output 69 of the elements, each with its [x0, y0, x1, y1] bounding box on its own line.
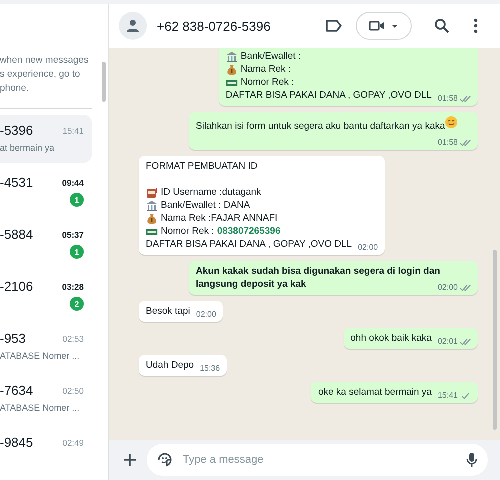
chat-list-item[interactable]: -5396 15:41 at bermain ya: [0, 115, 92, 163]
message-text: Nomor Rek :: [161, 225, 214, 238]
message-text: Udah Depo: [146, 360, 194, 371]
message-preview: ATABASE Nomer ...: [0, 351, 80, 361]
message-text: Bank/Ewallet : DANA: [161, 199, 250, 212]
unread-count: 2: [70, 297, 84, 311]
money-bag-icon: [146, 212, 158, 224]
message-text: DAFTAR BISA PAKAI DANA , GOPAY ,OVO DLL: [146, 239, 352, 250]
chat-list-item[interactable]: -4531 09:44 1: [0, 167, 92, 219]
chat-name: -953: [0, 331, 26, 346]
sticker-icon[interactable]: [157, 452, 173, 468]
message-preview: at bermain ya: [0, 143, 55, 153]
message-text: Nama Rek :FAJAR ANNAFI: [161, 212, 278, 225]
chat-list-item[interactable]: -953 02:53 ATABASE Nomer ...: [0, 323, 92, 375]
chat-name: -9845: [0, 435, 34, 450]
video-camera-icon: [369, 20, 385, 32]
caret-icon: [391, 24, 399, 28]
chat-time: 02:50: [62, 386, 84, 396]
chat-list-item[interactable]: -9845 02:49: [0, 427, 92, 479]
plus-icon[interactable]: [123, 453, 137, 467]
chat-time: 05:37: [62, 230, 84, 240]
slot-machine-icon: [146, 186, 158, 198]
message-text: ID Username :dutagank: [161, 186, 262, 199]
message-time: 01:58: [438, 93, 458, 105]
chat-list-item[interactable]: -5884 05:37 1: [0, 219, 92, 271]
chat-name: -7634: [0, 383, 34, 398]
unread-count: 1: [70, 193, 84, 207]
chat-time: 02:49: [62, 438, 84, 448]
microphone-icon[interactable]: [466, 452, 478, 468]
chat-name: -5884: [0, 227, 34, 242]
video-call-button[interactable]: [356, 12, 412, 40]
message-text: Nama Rek :: [240, 63, 292, 76]
chat-name: -2106: [0, 279, 34, 294]
message-preview: ATABASE Nomer ...: [0, 403, 80, 413]
chat-name: -4531: [0, 175, 34, 190]
message-text: ohh okok baik kaka: [350, 333, 432, 344]
message-field[interactable]: Type a message: [147, 444, 488, 476]
bank-icon: [226, 50, 238, 62]
message-time: 02:00: [438, 282, 458, 294]
chat-list-item[interactable]: -7634 02:50 ATABASE Nomer ...: [0, 375, 92, 427]
message-time: 15:36: [200, 363, 220, 375]
scrollbar[interactable]: [102, 62, 106, 102]
message-text: FORMAT PEMBUATAN ID: [146, 161, 258, 172]
message-time: 02:00: [358, 242, 378, 254]
chat-time: 03:28: [62, 282, 84, 292]
message-time: 15:41: [438, 390, 458, 402]
unread-count: 1: [70, 245, 84, 259]
message-time: 01:58: [438, 137, 458, 149]
chat-time: 02:53: [62, 334, 84, 344]
message-text: Silahkan isi form untuk segera aku bantu daftarkan ya kaka: [196, 121, 458, 132]
chat-time: 09:44: [62, 178, 84, 188]
message-text: Besok tapi: [146, 306, 190, 317]
notification-notice: when new messages s experience, go to phone.: [0, 54, 92, 109]
money-bag-icon: [226, 64, 238, 76]
chat-list-item[interactable]: -2106 03:28 2: [0, 271, 92, 323]
scrollbar[interactable]: [493, 250, 497, 430]
message-text: DAFTAR BISA PAKAI DANA , GOPAY ,OVO DLL: [226, 90, 432, 101]
chat-name: -5396: [0, 123, 34, 138]
bank-icon: [146, 200, 158, 212]
chat-time: 15:41: [62, 126, 84, 136]
message-time: 02:00: [196, 309, 216, 321]
phone-number-link[interactable]: 083807265396: [217, 225, 281, 238]
smiling-face-icon: [445, 116, 458, 129]
contact-name[interactable]: +62 838-0726-5396: [157, 18, 312, 34]
avatar-icon[interactable]: [119, 12, 147, 40]
message-text: Bank/Ewallet :: [240, 50, 302, 63]
message-text: oke ka selamat bermain ya: [318, 387, 432, 398]
message-text: Nomor Rek :: [240, 76, 294, 89]
message-time: 02:01: [438, 336, 458, 348]
